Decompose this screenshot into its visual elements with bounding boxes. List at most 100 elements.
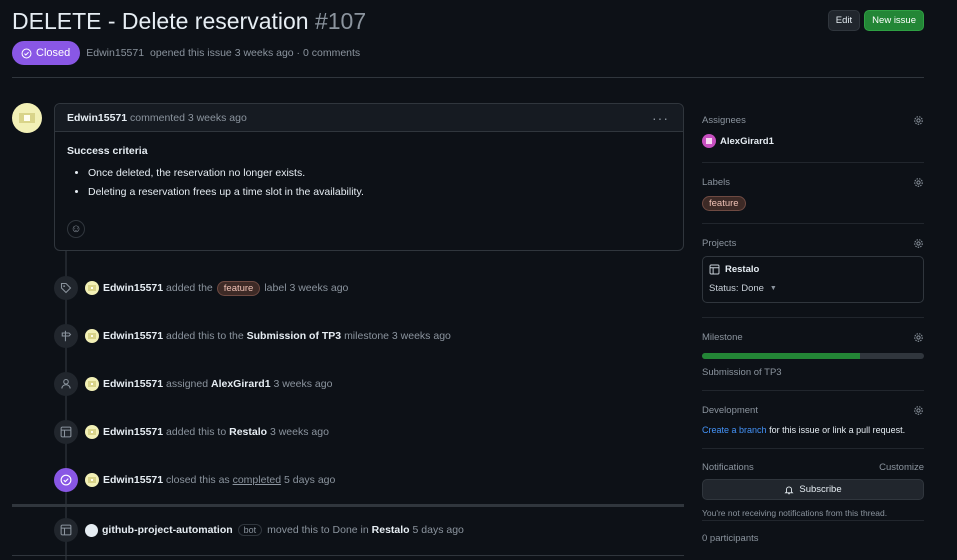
- avatar[interactable]: [85, 473, 99, 487]
- event-actor[interactable]: Edwin15571: [103, 330, 163, 342]
- event-target[interactable]: Restalo: [229, 426, 267, 438]
- gear-icon[interactable]: [913, 332, 924, 343]
- issue-number: #107: [314, 8, 367, 34]
- customize-link[interactable]: Customize: [879, 462, 924, 473]
- event-actor[interactable]: Edwin15571: [103, 378, 163, 390]
- milestone-progress-bar: [702, 353, 924, 359]
- timeline-event-label: Edwin15571 added the feature label 3 wee…: [54, 276, 348, 300]
- event-actor[interactable]: Edwin15571: [103, 474, 163, 486]
- milestone-title: Milestone: [702, 332, 743, 343]
- gear-icon[interactable]: [913, 238, 924, 249]
- timeline-event-milestone: Edwin15571 added this to the Submission …: [54, 324, 451, 348]
- event-time: 3 weeks ago: [269, 426, 329, 438]
- project-name: Restalo: [725, 264, 760, 275]
- avatar[interactable]: [85, 425, 99, 439]
- avatar[interactable]: [85, 281, 99, 295]
- notifications-title: Notifications: [702, 462, 754, 473]
- event-text: closed this as: [166, 474, 230, 486]
- gear-icon[interactable]: [913, 177, 924, 188]
- project-card: Restalo Status: Done ▼: [702, 256, 924, 303]
- person-icon: [54, 372, 78, 396]
- event-text: assigned: [166, 378, 209, 390]
- label-badge[interactable]: feature: [216, 280, 261, 296]
- timeline-event-project: Edwin15571 added this to Restalo 3 weeks…: [54, 420, 329, 444]
- kebab-menu-icon[interactable]: ···: [652, 110, 669, 126]
- project-status-dropdown[interactable]: Status: Done ▼: [709, 283, 917, 294]
- gear-icon[interactable]: [913, 405, 924, 416]
- event-text: added the: [166, 282, 213, 294]
- event-actor[interactable]: Edwin15571: [103, 426, 163, 438]
- issue-status-row: Closed Edwin15571 opened this issue 3 we…: [12, 41, 360, 65]
- add-reaction-icon[interactable]: ☺: [67, 220, 85, 238]
- comment-body: Success criteria Once deleted, the reser…: [55, 132, 683, 218]
- participants-section: 0 participants: [702, 521, 924, 544]
- timeline-divider: [12, 504, 684, 507]
- project-status: Status: Done: [709, 283, 764, 294]
- event-time: milestone 3 weeks ago: [344, 330, 451, 342]
- avatar[interactable]: [85, 377, 99, 391]
- bot-badge: bot: [237, 524, 263, 536]
- milestone-icon: [54, 324, 78, 348]
- assignee-name: AlexGirard1: [720, 135, 774, 147]
- comment-heading: Success criteria: [67, 145, 148, 157]
- comment-author[interactable]: Edwin15571: [67, 112, 127, 124]
- subscribe-label: Subscribe: [799, 484, 842, 495]
- notifications-note: You're not receiving notifications from …: [702, 508, 888, 518]
- labels-title: Labels: [702, 177, 730, 188]
- event-text: added this to the: [166, 330, 244, 342]
- issue-comment: Edwin15571 commented 3 weeks ago ··· Suc…: [54, 103, 684, 251]
- event-time: label 3 weeks ago: [264, 282, 349, 294]
- section-header: Milestone: [702, 332, 924, 343]
- github-logo-icon[interactable]: [85, 523, 98, 537]
- table-icon: [709, 264, 720, 275]
- author-avatar[interactable]: [12, 103, 42, 133]
- issue-opened-text: opened this issue 3 weeks ago · 0 commen…: [150, 47, 361, 59]
- event-target[interactable]: AlexGirard1: [211, 378, 271, 390]
- event-time: 5 days ago: [283, 474, 336, 486]
- list-item: Deleting a reservation frees up a time s…: [88, 186, 671, 198]
- list-item: Once deleted, the reservation no longer …: [88, 167, 671, 179]
- new-issue-button[interactable]: New issue: [864, 10, 924, 31]
- subscribe-button[interactable]: Subscribe: [702, 479, 924, 500]
- comment-header: Edwin15571 commented 3 weeks ago ···: [55, 104, 683, 132]
- event-target[interactable]: Submission of TP3: [247, 330, 342, 342]
- event-time: 5 days ago: [412, 524, 464, 536]
- development-title: Development: [702, 405, 758, 416]
- project-title-row[interactable]: Restalo: [709, 264, 917, 275]
- gear-icon[interactable]: [913, 115, 924, 126]
- check-circle-icon: [54, 468, 78, 492]
- status-badge: Closed: [12, 41, 81, 65]
- event-text: added this to: [166, 426, 227, 438]
- edit-button[interactable]: Edit: [827, 10, 861, 31]
- assignees-section: Assignees AlexGirard1: [702, 103, 924, 163]
- projects-title: Projects: [702, 238, 737, 249]
- status-badge-label: Closed: [36, 47, 71, 59]
- section-header: Assignees: [702, 115, 924, 126]
- milestone-name[interactable]: Submission of TP3: [702, 367, 924, 378]
- issue-sidebar: Assignees AlexGirard1 Labels feature Pro…: [702, 103, 924, 544]
- milestone-section: Milestone Submission of TP3: [702, 318, 924, 391]
- issue-header: DELETE - Delete reservation #107 Edit Ne…: [12, 6, 924, 78]
- table-icon: [54, 518, 78, 542]
- section-header: Projects: [702, 238, 924, 249]
- development-section: Development Create a branch for this iss…: [702, 391, 924, 449]
- table-icon: [54, 420, 78, 444]
- event-target[interactable]: Restalo: [372, 524, 410, 536]
- assignee-item[interactable]: AlexGirard1: [702, 134, 924, 148]
- event-actor[interactable]: github-project-automation: [102, 524, 233, 536]
- development-text: for this issue or link a pull request.: [769, 425, 906, 435]
- create-branch-link[interactable]: Create a branch: [702, 425, 767, 435]
- event-time: 3 weeks ago: [273, 378, 333, 390]
- issue-author[interactable]: Edwin15571: [86, 47, 144, 59]
- completed-link[interactable]: completed: [233, 474, 281, 486]
- avatar[interactable]: [85, 329, 99, 343]
- development-text-row: Create a branch for this issue or link a…: [702, 425, 924, 435]
- section-header: Development: [702, 405, 924, 416]
- event-actor[interactable]: Edwin15571: [103, 282, 163, 294]
- comment-meta: commented 3 weeks ago: [130, 111, 247, 124]
- timeline-event-closed: Edwin15571 closed this as completed 5 da…: [54, 468, 335, 492]
- section-header: Notifications Customize: [702, 462, 924, 473]
- milestone-progress-fill: [702, 353, 860, 359]
- label-badge[interactable]: feature: [702, 196, 746, 211]
- comment-list: Once deleted, the reservation no longer …: [67, 167, 671, 198]
